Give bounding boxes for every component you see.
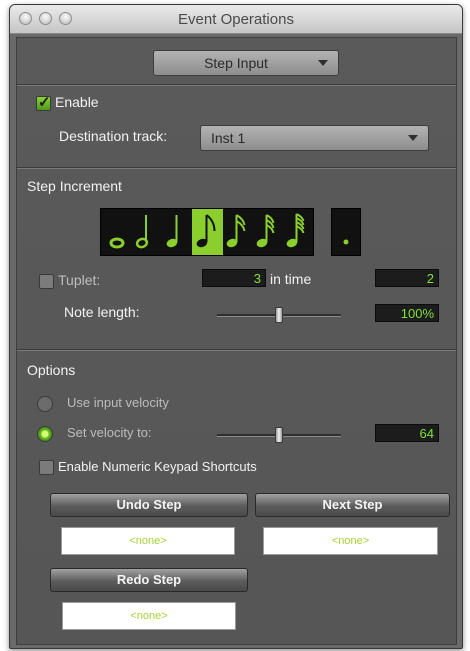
- mode-popup[interactable]: Step Input: [153, 50, 339, 76]
- use-input-velocity-label: Use input velocity: [67, 395, 169, 410]
- next-step-button[interactable]: Next Step: [255, 493, 450, 517]
- numeric-keypad-checkbox[interactable]: [39, 460, 54, 475]
- in-time-value-field[interactable]: 2: [375, 269, 439, 287]
- divider: [17, 167, 456, 169]
- event-operations-window: Event Operations Step Input Enable Desti…: [9, 4, 463, 649]
- enable-checkbox[interactable]: [36, 93, 51, 111]
- whole-note-icon[interactable]: [109, 237, 125, 249]
- enable-label: Enable: [55, 94, 99, 110]
- options-heading: Options: [27, 362, 76, 378]
- destination-track-label: Destination track:: [59, 128, 168, 144]
- velocity-value-field[interactable]: 64: [375, 424, 439, 442]
- next-step-shortcut-field[interactable]: <none>: [263, 527, 438, 555]
- use-input-velocity-radio[interactable]: [37, 396, 53, 412]
- divider: [17, 349, 456, 351]
- redo-step-button[interactable]: Redo Step: [50, 568, 248, 592]
- numeric-keypad-label: Enable Numeric Keypad Shortcuts: [58, 459, 257, 474]
- window-title: Event Operations: [178, 11, 294, 28]
- redo-step-shortcut-field[interactable]: <none>: [62, 602, 236, 630]
- note-length-value-field[interactable]: 100%: [375, 304, 439, 322]
- mode-popup-value: Step Input: [204, 55, 268, 71]
- velocity-slider-thumb[interactable]: [275, 427, 283, 443]
- sixteenth-note-icon[interactable]: [225, 214, 246, 249]
- destination-track-popup[interactable]: Inst 1: [200, 125, 429, 151]
- tuplet-label: Tuplet:: [58, 272, 101, 288]
- set-velocity-label: Set velocity to:: [67, 425, 152, 440]
- chevron-down-icon: [318, 60, 328, 66]
- undo-step-shortcut-field[interactable]: <none>: [61, 527, 235, 555]
- tuplet-value-field[interactable]: 3: [202, 269, 266, 287]
- in-time-label: in time: [270, 271, 312, 287]
- note-length-label: Note length:: [64, 304, 140, 320]
- dotted-note-button[interactable]: [331, 208, 361, 256]
- chevron-down-icon: [408, 135, 418, 141]
- tuplet-checkbox[interactable]: [39, 274, 54, 289]
- title-bar: Event Operations: [10, 5, 462, 34]
- thirty-second-note-icon[interactable]: [255, 214, 275, 249]
- note-icons: [109, 209, 305, 255]
- undo-step-button[interactable]: Undo Step: [50, 493, 248, 517]
- set-velocity-radio[interactable]: [37, 426, 53, 442]
- note-length-slider-thumb[interactable]: [275, 307, 283, 323]
- divider: [17, 84, 456, 86]
- destination-track-value: Inst 1: [211, 130, 246, 146]
- step-increment-heading: Step Increment: [27, 178, 122, 194]
- half-note-icon[interactable]: [135, 215, 149, 249]
- note-value-selector: [100, 208, 314, 256]
- quarter-note-icon[interactable]: [165, 215, 178, 249]
- step-input-panel: Step Input Enable Destination track: Ins…: [16, 37, 457, 645]
- sixty-fourth-note-icon[interactable]: [285, 213, 305, 249]
- dot-icon: [343, 239, 349, 245]
